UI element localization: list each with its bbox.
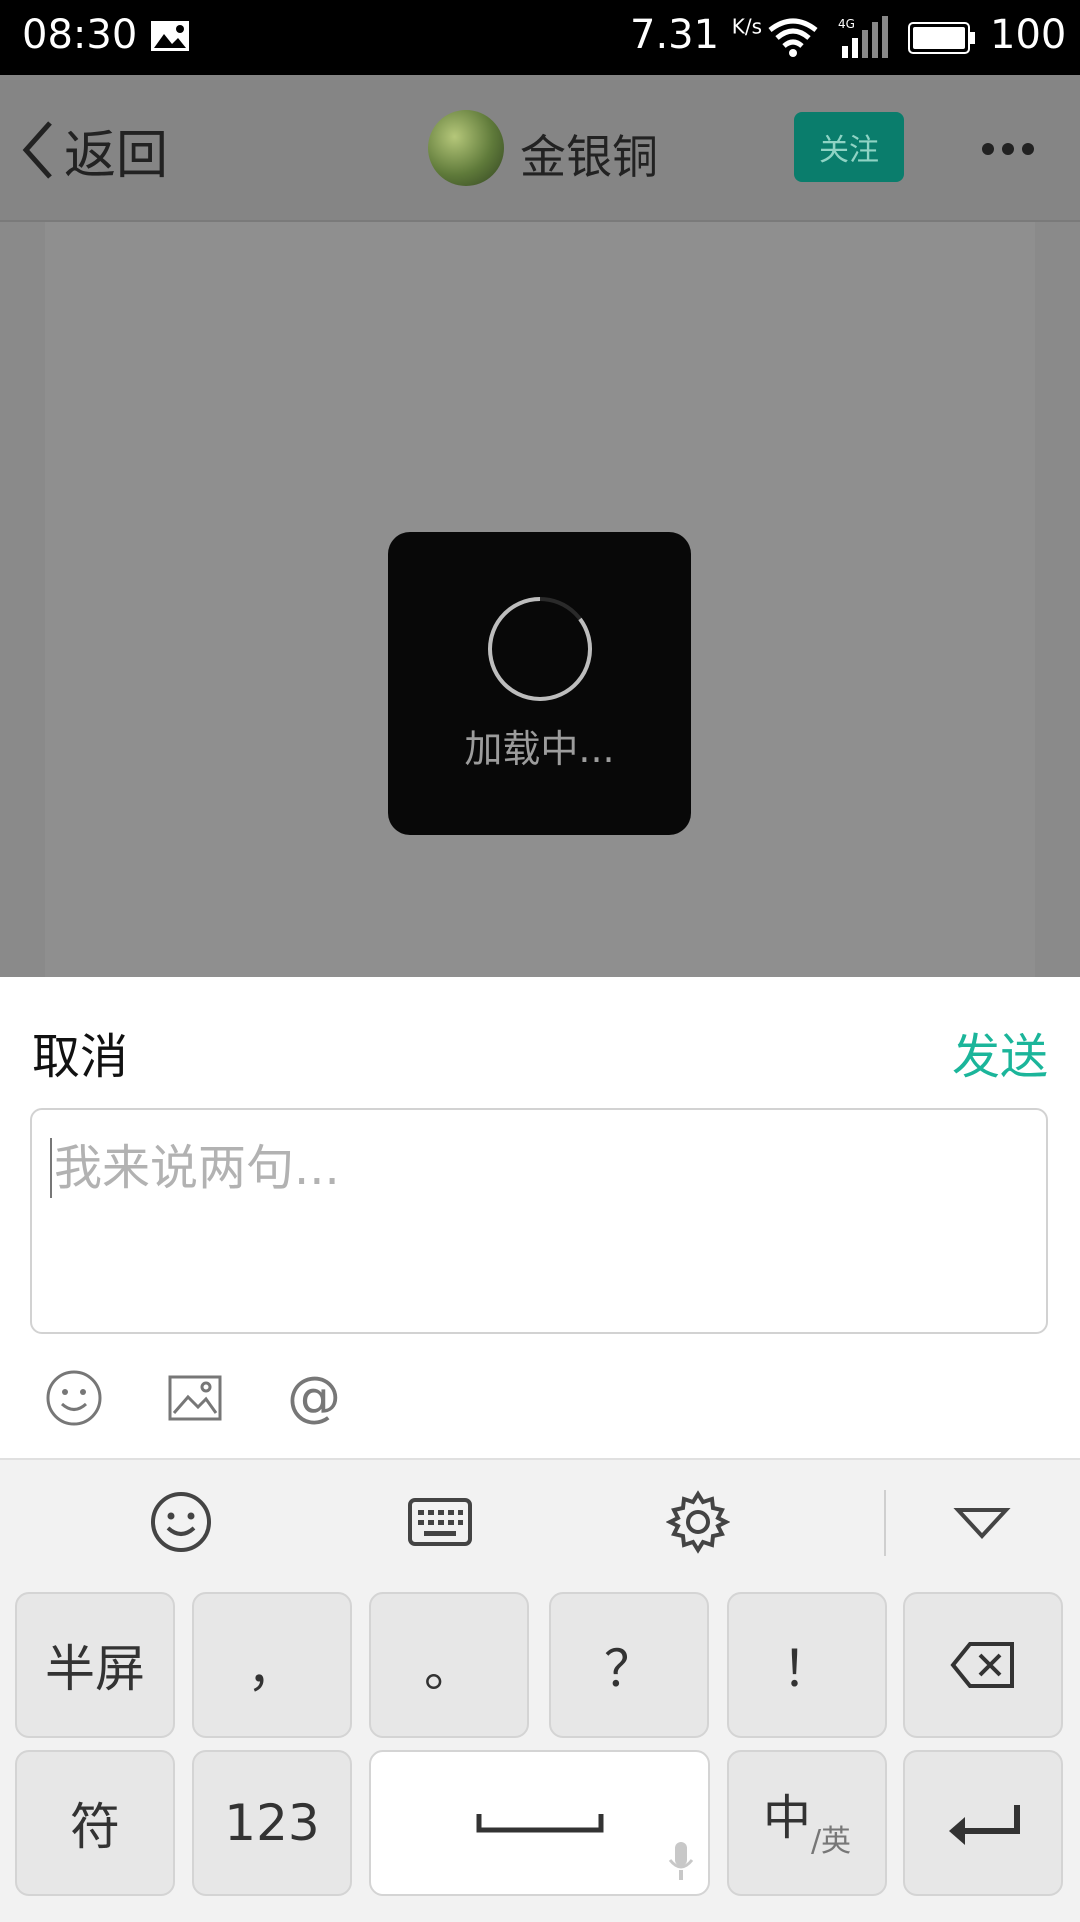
at-mention-icon[interactable]: @ <box>285 1369 343 1427</box>
microphone-icon <box>668 1842 694 1880</box>
lang-sub: /英 <box>810 1824 852 1859</box>
svg-text:4G: 4G <box>838 17 855 31</box>
soft-keyboard: 半屏 ， 。 ？ ！ 符 123 中 /英 <box>0 1458 1080 1922</box>
battery-percent: 100 <box>990 12 1067 58</box>
key-half-screen[interactable]: 半屏 <box>15 1592 175 1738</box>
settings-gear-icon[interactable] <box>666 1490 730 1554</box>
space-bar-icon <box>476 1814 603 1833</box>
emoji-icon[interactable] <box>149 1490 213 1554</box>
send-button[interactable]: 发送 <box>952 1017 1048 1087</box>
key-exclamation[interactable]: ！ <box>727 1592 887 1738</box>
key-backspace[interactable] <box>903 1592 1063 1738</box>
status-time: 08:30 <box>22 12 138 58</box>
key-enter[interactable] <box>903 1750 1063 1896</box>
net-speed: 7.31 K/s <box>630 12 763 58</box>
backspace-icon <box>950 1642 1014 1688</box>
header-bar: 返回 金银铜 关注 <box>0 75 1080 222</box>
lang-main: 中 <box>762 1790 811 1846</box>
cancel-button[interactable]: 取消 <box>32 1017 128 1087</box>
more-dots-icon[interactable] <box>982 143 1034 157</box>
avatar[interactable] <box>428 110 504 186</box>
wifi-icon <box>768 18 818 57</box>
key-numbers[interactable]: 123 <box>192 1750 352 1896</box>
loading-dialog: 加载中... <box>388 532 691 835</box>
cellular-signal-icon: 4G <box>838 16 888 58</box>
gallery-icon <box>151 21 189 51</box>
key-space[interactable] <box>369 1750 710 1896</box>
collapse-triangle-icon[interactable] <box>950 1490 1014 1554</box>
back-button[interactable]: 返回 <box>20 115 169 186</box>
chevron-left-icon <box>22 121 52 179</box>
battery-icon <box>908 22 975 54</box>
key-period[interactable]: 。 <box>369 1592 529 1738</box>
comment-composer: 取消 发送 @ <box>0 977 1080 1458</box>
emoji-icon[interactable] <box>45 1369 103 1427</box>
comment-input-box[interactable] <box>30 1108 1048 1334</box>
status-bar: 08:30 7.31 K/s 4G 100 <box>0 0 1080 75</box>
image-icon[interactable] <box>166 1369 224 1427</box>
toolbar-divider <box>884 1490 886 1556</box>
enter-icon <box>949 1805 1020 1845</box>
key-symbols[interactable]: 符 <box>15 1750 175 1896</box>
key-lang-switch[interactable]: 中 /英 <box>727 1750 887 1896</box>
follow-button[interactable]: 关注 <box>794 112 904 182</box>
username[interactable]: 金银铜 <box>520 121 658 187</box>
comment-input[interactable] <box>52 1132 1016 1204</box>
key-question[interactable]: ？ <box>549 1592 709 1738</box>
svg-text:@: @ <box>287 1369 341 1427</box>
spinner-icon <box>488 597 592 701</box>
back-label: 返回 <box>64 125 169 186</box>
loading-text: 加载中... <box>464 727 615 771</box>
key-comma[interactable]: ， <box>192 1592 352 1738</box>
keyboard-icon[interactable] <box>408 1490 472 1554</box>
